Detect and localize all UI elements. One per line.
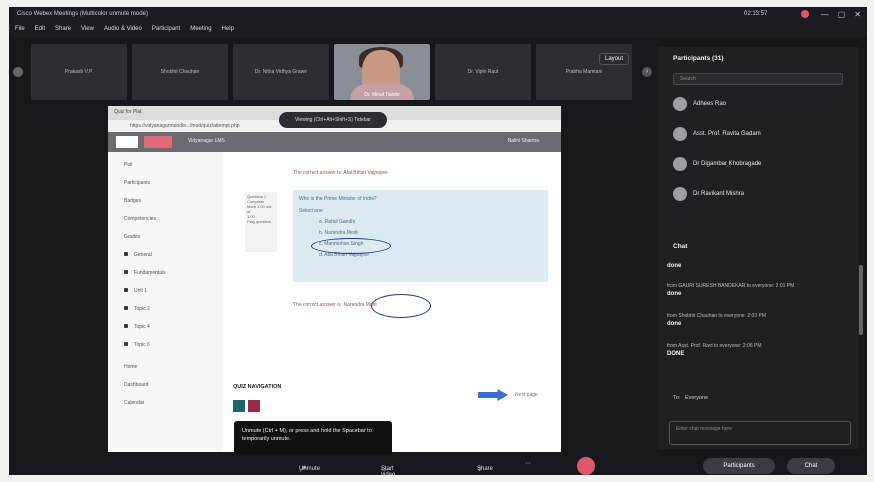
chat-button[interactable]: Chat [787, 458, 835, 474]
previous-answer-text: The correct answer is: Atal Bihari Vajpa… [293, 170, 388, 176]
participant-search-input[interactable]: Search [673, 73, 843, 85]
menu-participant[interactable]: Participant [152, 26, 180, 34]
title-bar: Cisco Webex Meetings (Multicolor unmute … [9, 7, 867, 23]
strip-collapse-icon[interactable] [13, 67, 23, 77]
strip-next-icon[interactable]: › [642, 67, 652, 77]
menu-meeting[interactable]: Meeting [190, 26, 211, 34]
sidebar-item: Poll [124, 162, 133, 168]
select-one-label: Select one: [299, 208, 325, 214]
chat-message: done [667, 263, 682, 269]
side-panel: Participants (31) Search Adhees Rao Asst… [659, 47, 859, 449]
lms-brand-button [144, 136, 172, 148]
quiz-navigation-title: QUIZ NAVIGATION [233, 384, 282, 390]
window-title: Cisco Webex Meetings (Multicolor unmute … [17, 11, 148, 17]
participants-button[interactable]: Participants [703, 458, 775, 474]
shared-screen: Quiz for Plat https://vidyanagarmoodle..… [108, 106, 561, 452]
more-icon[interactable]: ⋯ [525, 460, 531, 467]
close-button[interactable]: ✕ [854, 10, 861, 19]
annotation-oval [311, 238, 391, 254]
avatar [673, 157, 687, 171]
avatar [673, 127, 687, 141]
chat-message: from Asst. Prof. Ravi to everyone: 2:06 … [667, 343, 762, 357]
menu-file[interactable]: File [15, 26, 25, 34]
participant-tile[interactable]: Dr. Nitha Vidhya Grawe [233, 44, 329, 100]
folder-icon [124, 288, 128, 292]
folder-icon [124, 342, 128, 346]
quiz-nav-cell [233, 400, 245, 412]
window-controls: — ▢ ✕ [800, 10, 861, 19]
sidebar-item: General [124, 252, 152, 258]
folder-icon [124, 270, 128, 274]
quiz-content: The correct answer is: Atal Bihari Vajpa… [223, 152, 561, 452]
menu-share[interactable]: Share [55, 26, 71, 34]
answer-option: b. Narendra Modi [319, 230, 358, 236]
maximize-button[interactable]: ▢ [838, 10, 846, 19]
participant-row[interactable]: Dr Ravikant Mishra [673, 187, 744, 201]
participant-row[interactable]: Asst. Prof. Ravita Gadam [673, 127, 761, 141]
menu-edit[interactable]: Edit [35, 26, 45, 34]
sidebar-item: Fundamentals [124, 270, 166, 276]
folder-icon [124, 324, 128, 328]
arrow-annotation-icon [478, 389, 508, 401]
meeting-timer: 02:13:57 [744, 11, 768, 17]
layout-button[interactable]: Layout [599, 53, 630, 65]
chat-input[interactable]: Enter chat message here [669, 421, 851, 445]
speaker-caption: Dr. Minal Tawde [364, 92, 400, 98]
question-text: Who is the Prime Minister of India? [299, 196, 377, 202]
chat-message: from Shobhit Chauhan to everyone: 2:03 P… [667, 313, 766, 327]
chat-message: from GAURI SURESH BANDEKAR to everyone: … [667, 283, 795, 297]
menu-audio-video[interactable]: Audio & Video [104, 26, 142, 34]
question-box: Who is the Prime Minister of India? Sele… [293, 190, 548, 282]
lms-title: Vidyanagar LMS [188, 138, 225, 144]
sidebar-item: Topic 5 [124, 342, 150, 348]
next-page-label: Next page [515, 392, 538, 398]
sidebar-item: Home [124, 364, 138, 370]
record-icon [800, 10, 809, 18]
folder-icon [124, 252, 128, 256]
participant-tile[interactable]: Dr. Vipin Raut [435, 44, 531, 100]
participant-tile[interactable]: Shobhit Chauhan [132, 44, 228, 100]
sidebar-item: Participants [124, 180, 151, 186]
participant-row[interactable]: Adhees Rao [673, 97, 726, 111]
chat-recipient[interactable]: To: Everyone [673, 395, 708, 401]
participants-title: Participants (31) [673, 55, 724, 62]
lms-user: Nalini Sharma [507, 138, 539, 144]
menu-help[interactable]: Help [222, 26, 234, 34]
chat-scrollbar[interactable] [859, 265, 863, 335]
lms-nav: Vidyanagar LMS Nalini Sharma [108, 132, 561, 152]
participant-tile[interactable]: Prakash V.P. [31, 44, 127, 100]
sidebar-item: Topic 2 [124, 306, 150, 312]
end-meeting-button[interactable] [577, 457, 595, 475]
unmute-tooltip: Unmute (Ctrl + M), or press and hold the… [234, 421, 392, 457]
answer-option: a. Rahul Gandhi [319, 219, 356, 225]
participant-strip: Prakash V.P. Shobhit Chauhan Dr. Nitha V… [31, 44, 649, 104]
sidebar-item: Badges [124, 198, 141, 204]
menu-view[interactable]: View [81, 26, 94, 34]
sidebar-item: Unit 1 [124, 288, 147, 294]
sidebar-item: Topic 4 [124, 324, 150, 330]
sidebar-item: Calendar [124, 400, 145, 406]
correct-answer-text: The correct answer is: Narendra Modi [293, 302, 377, 308]
minimize-button[interactable]: — [821, 10, 829, 19]
quiz-nav-cell [248, 400, 260, 412]
sidebar-item: Dashboard [124, 382, 149, 388]
sidebar-item: Grades [124, 234, 141, 240]
lms-sidebar: Poll Participants Badges Competencies Gr… [108, 152, 223, 452]
sidebar-item: Competencies [124, 216, 156, 222]
question-info: Question 2 Complete Mark 1.00 out of 1.0… [245, 192, 277, 252]
avatar [673, 97, 687, 111]
annotation-oval [371, 294, 431, 318]
lms-menu-button [116, 136, 138, 148]
avatar [673, 187, 687, 201]
webex-window: Cisco Webex Meetings (Multicolor unmute … [9, 7, 867, 475]
chat-title: Chat [673, 243, 688, 250]
folder-icon [124, 306, 128, 310]
active-speaker-video[interactable]: Dr. Minal Tawde [334, 44, 430, 100]
presenter-pill[interactable]: Viewing (Ctrl+Alt+Shift+S) Tidebar [279, 112, 387, 128]
menu-bar: File Edit Share View Audio & Video Parti… [9, 23, 867, 37]
participant-row[interactable]: Dr Digambar Khobragade [673, 157, 761, 171]
